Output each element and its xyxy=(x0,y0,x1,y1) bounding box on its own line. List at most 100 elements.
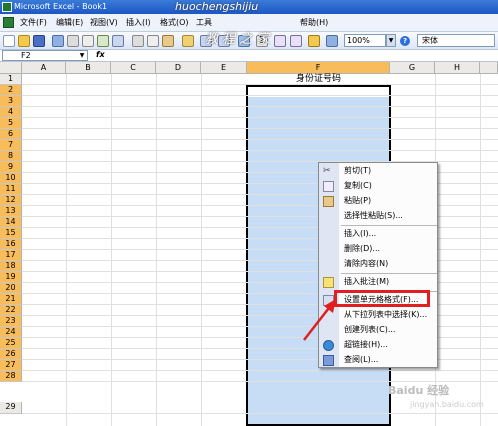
comment-icon xyxy=(323,277,334,288)
row-header-24[interactable]: 24 xyxy=(0,327,22,338)
chevron-down-icon[interactable]: ▼ xyxy=(386,34,396,47)
row-header-25[interactable]: 25 xyxy=(0,338,22,349)
row-header-12[interactable]: 12 xyxy=(0,195,22,206)
copy-icon xyxy=(323,181,334,192)
ctx-hyperlink[interactable]: 超链接(H)... xyxy=(339,338,437,352)
row-header-16[interactable]: 16 xyxy=(0,239,22,250)
name-box[interactable]: F2 xyxy=(2,50,88,61)
gridline xyxy=(480,74,481,426)
ctx-copy[interactable]: 复制(C) xyxy=(339,179,437,193)
cut-icon[interactable] xyxy=(132,35,144,47)
sort-descending-icon[interactable] xyxy=(290,35,302,47)
column-header-f[interactable]: F xyxy=(247,62,390,74)
row-header-28[interactable]: 28 xyxy=(0,371,22,382)
help-icon[interactable]: ? xyxy=(400,36,410,46)
row-header-29[interactable]: 29 xyxy=(0,402,22,414)
ctx-paste[interactable]: 粘贴(P) xyxy=(339,194,437,208)
chevron-down-icon[interactable]: ▼ xyxy=(78,51,86,60)
ctx-paste-special[interactable]: 选择性粘贴(S)... xyxy=(339,209,437,223)
column-header-a[interactable]: A xyxy=(22,62,66,74)
paste-icon xyxy=(323,196,334,207)
row-header-27[interactable]: 27 xyxy=(0,360,22,371)
open-icon[interactable] xyxy=(18,35,30,47)
ctx-insert-comment[interactable]: 插入批注(M) xyxy=(339,275,437,289)
row-header-5[interactable]: 5 xyxy=(0,118,22,129)
print-preview-icon[interactable] xyxy=(82,35,94,47)
menu-help[interactable]: 帮助(H) xyxy=(300,17,328,28)
ctx-pick-from-list[interactable]: 从下拉列表中选择(K)... xyxy=(339,308,437,322)
row-header-15[interactable]: 15 xyxy=(0,228,22,239)
row-header-7[interactable]: 7 xyxy=(0,140,22,151)
row-header-1[interactable]: 1 xyxy=(0,74,22,85)
gridline xyxy=(111,74,112,426)
row-header-18[interactable]: 18 xyxy=(0,261,22,272)
ctx-lookup[interactable]: 查阅(L)... xyxy=(339,353,437,367)
row-header-8[interactable]: 8 xyxy=(0,151,22,162)
row-header-9[interactable]: 9 xyxy=(0,162,22,173)
drawing-icon[interactable] xyxy=(326,35,338,47)
column-header-partial[interactable] xyxy=(480,62,498,74)
chart-wizard-icon[interactable] xyxy=(308,35,320,47)
save-icon[interactable] xyxy=(33,35,45,47)
format-painter-icon[interactable] xyxy=(182,35,194,47)
permission-icon[interactable] xyxy=(52,35,64,47)
insert-function-icon[interactable]: fx xyxy=(96,50,105,59)
gridline xyxy=(201,74,202,426)
ctx-delete[interactable]: 删除(D)... xyxy=(339,242,437,256)
menu-tools[interactable]: 工具 xyxy=(196,17,212,28)
watermark-bottom-url: jingyan.baidu.com xyxy=(410,400,484,409)
column-header-e[interactable]: E xyxy=(201,62,247,74)
print-icon[interactable] xyxy=(67,35,79,47)
column-header-b[interactable]: B xyxy=(66,62,111,74)
menu-format[interactable]: 格式(O) xyxy=(160,17,189,28)
row-header-26[interactable]: 26 xyxy=(0,349,22,360)
new-icon[interactable] xyxy=(3,35,15,47)
menu-edit[interactable]: 编辑(E) xyxy=(56,17,83,28)
scissors-icon: ✂ xyxy=(323,166,331,176)
column-header-g[interactable]: G xyxy=(390,62,435,74)
annotation-highlight-box xyxy=(334,290,430,307)
excel-app-icon xyxy=(2,2,12,12)
menu-view[interactable]: 视图(V) xyxy=(90,17,118,28)
row-header-11[interactable]: 11 xyxy=(0,184,22,195)
row-header-10[interactable]: 10 xyxy=(0,173,22,184)
ctx-cut[interactable]: 剪切(T) xyxy=(339,164,437,178)
font-select[interactable]: 宋体 xyxy=(417,34,495,47)
row-header-2[interactable]: 2 xyxy=(0,85,22,96)
gridline xyxy=(22,150,498,151)
row-header-14[interactable]: 14 xyxy=(0,217,22,228)
sort-ascending-icon[interactable] xyxy=(274,35,286,47)
row-header-19[interactable]: 19 xyxy=(0,272,22,283)
gridline xyxy=(22,84,498,85)
row-header-6[interactable]: 6 xyxy=(0,129,22,140)
row-header-4[interactable]: 4 xyxy=(0,107,22,118)
row-header-22[interactable]: 22 xyxy=(0,305,22,316)
column-header-c[interactable]: C xyxy=(111,62,156,74)
gridline xyxy=(22,117,498,118)
research-icon[interactable] xyxy=(112,35,124,47)
column-header-h[interactable]: H xyxy=(435,62,480,74)
zoom-select[interactable]: 100% xyxy=(344,34,386,47)
menu-insert[interactable]: 插入(I) xyxy=(126,17,151,28)
gridline xyxy=(156,74,157,426)
column-header-d[interactable]: D xyxy=(156,62,201,74)
ctx-clear-contents[interactable]: 清除内容(N) xyxy=(339,257,437,271)
row-header-13[interactable]: 13 xyxy=(0,206,22,217)
copy-icon[interactable] xyxy=(147,35,159,47)
spelling-icon[interactable] xyxy=(97,35,109,47)
row-header-21[interactable]: 21 xyxy=(0,294,22,305)
gridline xyxy=(66,74,67,426)
workbook-icon[interactable] xyxy=(3,17,14,28)
gridline xyxy=(22,106,498,107)
row-header-17[interactable]: 17 xyxy=(0,250,22,261)
row-header-3[interactable]: 3 xyxy=(0,96,22,107)
select-all-corner[interactable] xyxy=(0,62,22,74)
menu-file[interactable]: 文件(F) xyxy=(20,17,47,28)
row-header-23[interactable]: 23 xyxy=(0,316,22,327)
ctx-insert[interactable]: 插入(I)... xyxy=(339,227,437,241)
ctx-create-list[interactable]: 创建列表(C)... xyxy=(339,323,437,337)
row-header-20[interactable]: 20 xyxy=(0,283,22,294)
paste-icon[interactable] xyxy=(162,35,174,47)
watermark-bottom: Baidu 经验 xyxy=(388,384,450,397)
gridline xyxy=(22,139,498,140)
